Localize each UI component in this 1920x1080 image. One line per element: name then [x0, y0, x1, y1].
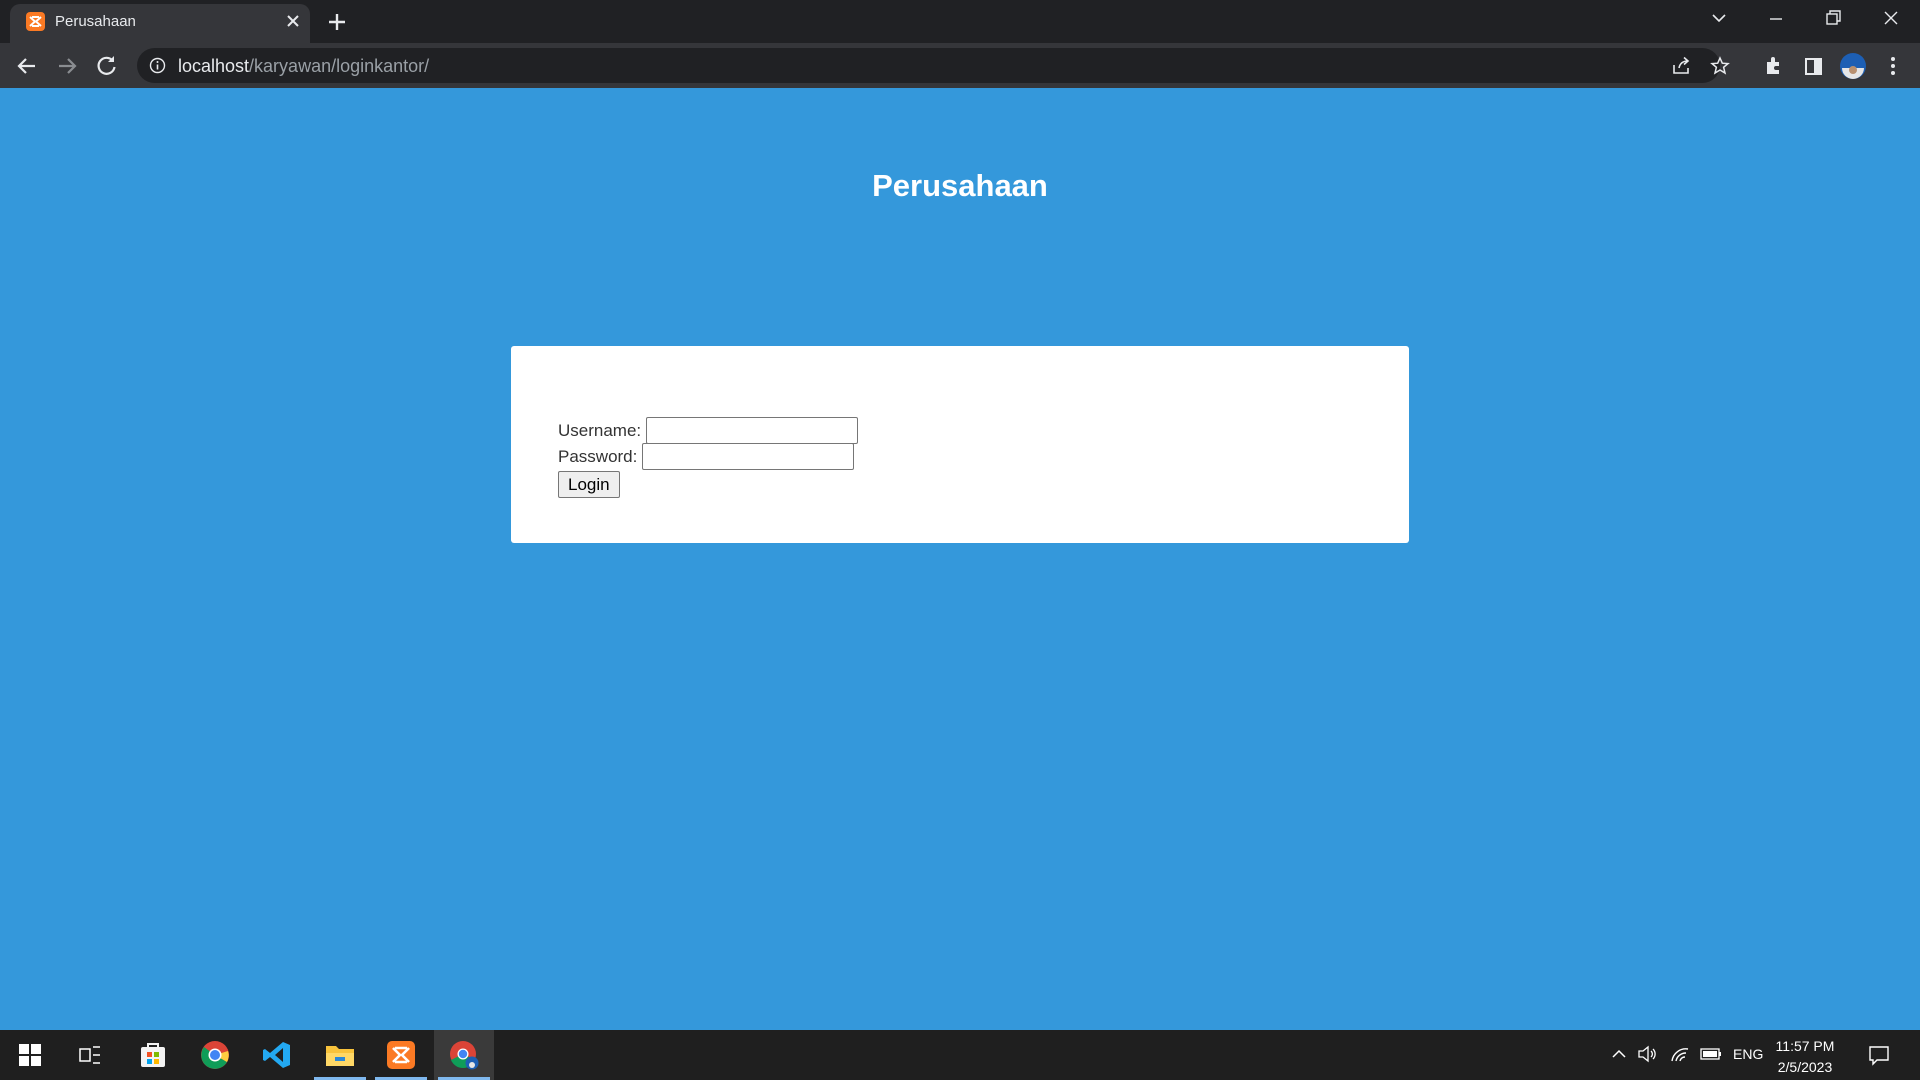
url-host: localhost [178, 56, 250, 76]
clock-date: 2/5/2023 [1777, 1059, 1833, 1075]
url-path: /karyawan/loginkantor/ [249, 56, 430, 76]
chrome-menu-icon[interactable] [1878, 51, 1908, 81]
xampp-icon[interactable] [371, 1030, 431, 1080]
tab-title: Perusahaan [55, 13, 136, 30]
browser-titlebar: Perusahaan [0, 0, 1920, 43]
file-explorer-icon[interactable] [310, 1030, 370, 1080]
windows-taskbar: ENG 11:57 PM 2/5/2023 [0, 1030, 1920, 1080]
start-icon[interactable] [0, 1030, 60, 1080]
language-indicator[interactable]: ENG [1733, 1046, 1763, 1062]
forward-icon[interactable] [52, 51, 82, 81]
page-body: Perusahaan Username: Password: Login [0, 88, 1920, 1030]
username-input[interactable] [646, 417, 859, 444]
restore-icon[interactable] [1810, 6, 1856, 34]
username-row: Username: [558, 417, 859, 444]
notifications-icon[interactable] [1868, 1044, 1890, 1071]
extensions-icon[interactable] [1758, 51, 1788, 81]
password-label: Password: [558, 446, 638, 466]
clock-time: 11:57 PM [1775, 1038, 1835, 1054]
store-icon[interactable] [123, 1030, 183, 1080]
vscode-icon[interactable] [247, 1030, 307, 1080]
browser-toolbar: localhost/karyawan/loginkantor/ [0, 43, 1920, 88]
chrome-profile-icon[interactable] [434, 1030, 494, 1080]
minimize-icon[interactable] [1753, 6, 1799, 34]
bookmark-star-icon[interactable] [1710, 56, 1730, 81]
address-bar[interactable]: localhost/karyawan/loginkantor/ [137, 48, 1730, 83]
show-hidden-icons-icon[interactable] [1610, 1045, 1628, 1068]
task-view-icon[interactable] [60, 1030, 120, 1080]
url-text: localhost/karyawan/loginkantor/ [178, 56, 429, 77]
battery-icon[interactable] [1700, 1045, 1722, 1068]
password-row: Password: [558, 443, 855, 470]
new-tab-icon[interactable] [324, 9, 350, 35]
xampp-favicon-icon [26, 12, 45, 31]
username-label: Username: [558, 420, 642, 440]
reload-icon[interactable] [92, 51, 122, 81]
clock[interactable]: 11:57 PM 2/5/2023 [1768, 1036, 1842, 1078]
login-card: Username: Password: Login [511, 346, 1409, 543]
tab-search-icon[interactable] [1696, 6, 1742, 34]
page-title: Perusahaan [872, 168, 1048, 203]
close-window-icon[interactable] [1868, 6, 1914, 34]
site-info-icon[interactable] [149, 57, 166, 79]
password-input[interactable] [642, 443, 855, 470]
network-icon[interactable] [1670, 1045, 1690, 1068]
share-icon[interactable] [1671, 56, 1691, 81]
back-icon[interactable] [12, 51, 42, 81]
volume-icon[interactable] [1637, 1045, 1657, 1068]
side-panel-icon[interactable] [1798, 51, 1828, 81]
chrome-icon[interactable] [185, 1030, 245, 1080]
browser-tab[interactable]: Perusahaan [10, 4, 310, 43]
profile-avatar[interactable] [1838, 51, 1868, 81]
tab-close-icon[interactable] [282, 10, 304, 32]
login-button[interactable]: Login [558, 471, 620, 498]
